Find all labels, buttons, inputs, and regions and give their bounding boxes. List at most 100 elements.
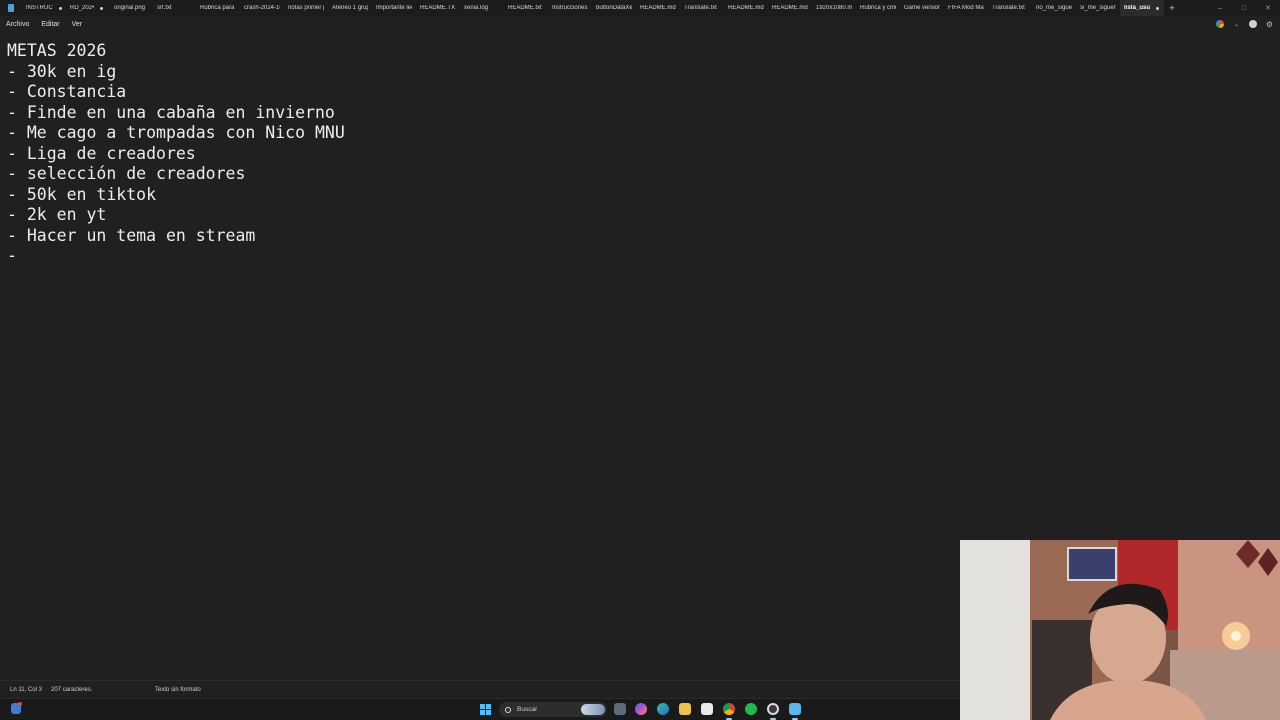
editor-line[interactable]: -: [7, 246, 1280, 267]
editor-line[interactable]: - 2k en yt: [7, 205, 1280, 226]
unsaved-dot-icon: [1156, 6, 1160, 10]
copilot-icon[interactable]: [1216, 20, 1224, 28]
tab-24[interactable]: no_me_siguen: [1032, 0, 1076, 16]
character-count: 207 caracteres.: [51, 686, 93, 693]
tab-label: Importante lee: [376, 5, 412, 11]
spotify-icon[interactable]: [745, 703, 757, 715]
tab-3[interactable]: original.png: [110, 0, 153, 16]
copilot-icon[interactable]: [635, 703, 647, 715]
taskbar-search[interactable]: Buscar: [499, 702, 607, 717]
store-icon[interactable]: [701, 703, 713, 715]
menu-editar[interactable]: Editar: [35, 21, 65, 28]
text-format[interactable]: Texto sin formato: [155, 687, 201, 693]
tab-label: lista_usu: [1124, 5, 1151, 11]
tab-17[interactable]: README.md: [724, 0, 768, 16]
tab-22[interactable]: FIFA Mod Mar: [944, 0, 988, 16]
editor-line[interactable]: - Constancia: [7, 82, 1280, 103]
gear-icon[interactable]: ⚙: [1265, 20, 1274, 29]
windows-start-icon[interactable]: [480, 704, 491, 715]
tab-label: Translate.txt: [992, 5, 1025, 11]
unsaved-dot-icon: [58, 6, 62, 10]
tab-list: INSTRUC RD_202• original.png srt.txt Rúbrica…: [22, 0, 1164, 16]
tab-label: FIFA Mod Mar: [948, 5, 984, 11]
tab-26[interactable]: lista_usu: [1120, 0, 1164, 16]
tab-1[interactable]: INSTRUC: [22, 0, 66, 16]
tab-label: notas primer p: [288, 5, 324, 11]
tab-label: Ateneo 1 grup: [332, 5, 368, 11]
cursor-position: Ln 11, Col 3: [10, 686, 42, 693]
obs-icon[interactable]: [767, 703, 779, 715]
tab-label: README.md: [772, 5, 808, 11]
edge-icon[interactable]: [657, 703, 669, 715]
unsaved-dot-icon: [100, 6, 104, 10]
tab-20[interactable]: Rúbrica y crite: [856, 0, 900, 16]
tab-13[interactable]: Instrucciones.: [548, 0, 592, 16]
tab-label: original.png: [114, 5, 146, 11]
close-icon[interactable]: ✕: [1256, 0, 1280, 16]
tab-4[interactable]: srt.txt: [153, 0, 196, 16]
tab-12[interactable]: README.txt: [504, 0, 548, 16]
editor-line[interactable]: - Finde en una cabaña en invierno: [7, 103, 1280, 124]
tab-label: crash-2024-10: [244, 5, 280, 11]
tab-label: Game version: [904, 5, 940, 11]
search-icon: [505, 706, 511, 713]
tab-9[interactable]: Importante lee: [372, 0, 416, 16]
menu-bar: Archivo Editar Ver ⌄ ⚙: [0, 16, 1280, 32]
search-highlight-icon: [581, 704, 605, 715]
weather-icon[interactable]: [11, 702, 22, 714]
tab-label: RD_202•: [70, 5, 95, 11]
tab-25[interactable]: si_me_siguen.: [1076, 0, 1120, 16]
tab-7[interactable]: notas primer p: [284, 0, 328, 16]
window-controls: – □ ✕: [1208, 0, 1280, 16]
tab-label: README.TXT: [420, 5, 456, 11]
webcam-feed-image: [960, 540, 1280, 720]
tab-10[interactable]: README.TXT: [416, 0, 460, 16]
tab-label: Instrucciones.: [552, 5, 588, 11]
webcam-overlay: [960, 540, 1280, 720]
tab-label: srt.txt: [157, 5, 172, 11]
tab-label: Rúbrica para e: [200, 5, 236, 11]
menu-right-tools: ⌄ ⚙: [1216, 16, 1274, 32]
tab-15[interactable]: README.md: [636, 0, 680, 16]
editor-line[interactable]: - selección de creadores: [7, 164, 1280, 185]
tab-label: Rúbrica y crite: [860, 5, 896, 11]
menu-archivo[interactable]: Archivo: [0, 21, 35, 28]
tab-21[interactable]: Game version: [900, 0, 944, 16]
tab-8[interactable]: Ateneo 1 grup: [328, 0, 372, 16]
tab-18[interactable]: README.md: [768, 0, 812, 16]
tab-14[interactable]: buttonDataXe: [592, 0, 636, 16]
tab-bar: INSTRUC RD_202• original.png srt.txt Rúbrica…: [0, 0, 1280, 16]
folder-icon[interactable]: [679, 703, 691, 715]
tab-11[interactable]: xenia.log: [460, 0, 504, 16]
tab-19[interactable]: 1920x1080.mn: [812, 0, 856, 16]
editor-line[interactable]: - 50k en tiktok: [7, 185, 1280, 206]
editor-line[interactable]: - 30k en ig: [7, 62, 1280, 83]
editor-line[interactable]: - Hacer un tema en stream: [7, 226, 1280, 247]
tab-23[interactable]: Translate.txt: [988, 0, 1032, 16]
tab-label: xenia.log: [464, 5, 489, 11]
notepad-app-icon: [0, 0, 22, 16]
search-placeholder: Buscar: [517, 706, 538, 713]
editor-line[interactable]: - Me cago a trompadas con Nico MNU: [7, 123, 1280, 144]
maximize-icon[interactable]: □: [1232, 0, 1256, 16]
chrome-icon[interactable]: [723, 703, 735, 715]
tab-label: README.txt: [508, 5, 542, 11]
minimize-icon[interactable]: –: [1208, 0, 1232, 16]
tab-5[interactable]: Rúbrica para e: [196, 0, 240, 16]
tab-16[interactable]: Translate.txt: [680, 0, 724, 16]
notepad-icon[interactable]: [789, 703, 801, 715]
tab-label: si_me_siguen.: [1080, 5, 1116, 11]
tab-6[interactable]: crash-2024-10: [240, 0, 284, 16]
account-icon[interactable]: [1249, 20, 1257, 28]
tab-label: 1920x1080.mn: [816, 5, 852, 11]
tab-label: buttonDataXe: [596, 5, 632, 11]
task-view-icon[interactable]: [614, 703, 626, 715]
tab-2[interactable]: RD_202•: [66, 0, 110, 16]
editor-line[interactable]: - Liga de creadores: [7, 144, 1280, 165]
new-tab-button[interactable]: +: [1164, 3, 1180, 13]
chevron-down-icon[interactable]: ⌄: [1232, 20, 1241, 29]
menu-ver[interactable]: Ver: [66, 21, 89, 28]
editor-line[interactable]: METAS 2026: [7, 41, 1280, 62]
tab-label: no_me_siguen: [1036, 5, 1072, 11]
tab-label: INSTRUC: [26, 5, 53, 11]
